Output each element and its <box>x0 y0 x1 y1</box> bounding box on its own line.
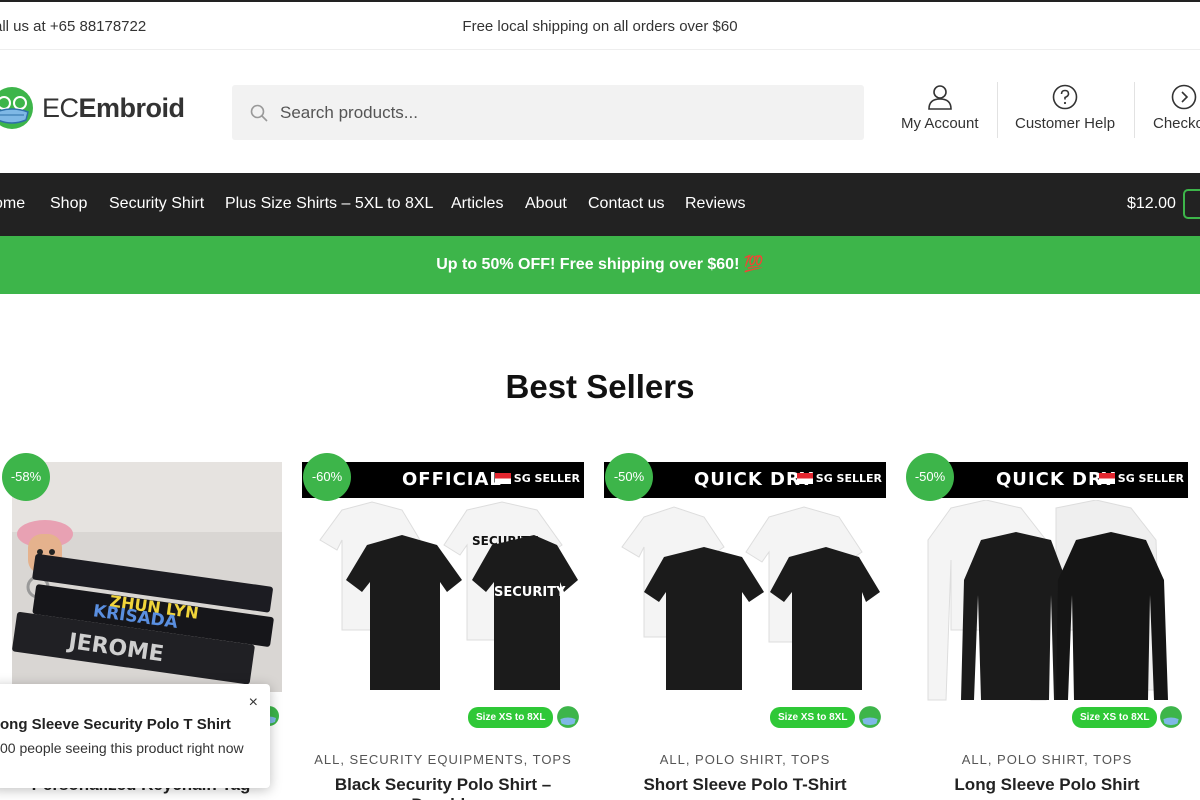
product-banner: QUICK DRY SG SELLER <box>918 462 1188 498</box>
size-pill: Size XS to 8XL <box>770 707 856 728</box>
discount-badge: -50% <box>906 453 954 501</box>
sg-seller-label: SG SELLER <box>494 472 580 485</box>
banner-text: OFFICIAL <box>402 469 502 490</box>
checkout-link[interactable]: Checko <box>1153 84 1200 132</box>
sg-flag-icon <box>1098 473 1115 484</box>
header-divider <box>997 82 998 138</box>
discount-badge: -60% <box>303 453 351 501</box>
nav-about[interactable]: About <box>525 195 567 213</box>
cart-total[interactable]: $12.00 <box>1127 195 1176 213</box>
size-pill: Size XS to 8XL <box>468 707 554 728</box>
help-icon <box>1052 84 1078 110</box>
product-categories[interactable]: ALL, POLO SHIRT, TOPS <box>604 752 886 767</box>
shipping-notice: Free local shipping on all orders over $… <box>462 18 738 35</box>
customer-help-link[interactable]: Customer Help <box>1015 84 1115 132</box>
user-icon <box>927 85 952 110</box>
search-box[interactable] <box>232 85 864 140</box>
close-icon[interactable]: × <box>249 694 258 712</box>
top-bar: all us at +65 88178722 Free local shippi… <box>0 0 1200 50</box>
header-divider <box>1134 82 1135 138</box>
shirt-photo <box>927 500 1168 701</box>
section-title: Best Sellers <box>505 368 695 405</box>
brand-mini-icon <box>557 706 579 728</box>
nav-home[interactable]: ome <box>0 195 25 213</box>
main-nav: ome Shop Security Shirt Plus Size Shirts… <box>0 173 1200 236</box>
product-name[interactable]: Short Sleeve Polo T-Shirt <box>604 775 886 795</box>
nav-articles[interactable]: Articles <box>451 195 503 213</box>
nav-shop[interactable]: Shop <box>50 195 87 213</box>
shirt-print-front: SECURITY <box>494 585 566 600</box>
keychain-photo: ZHUN LYN KRISADA JEROME <box>12 462 282 692</box>
nav-reviews[interactable]: Reviews <box>685 195 745 213</box>
product-image[interactable]: QUICK DRY SG SELLER Size XS to 8XL <box>604 462 886 742</box>
product-card[interactable]: QUICK DRY SG SELLER Size XS to 8XL ALL, … <box>604 462 886 800</box>
product-categories[interactable]: ALL, SECURITY EQUIPMENTS, TOPS <box>302 752 584 767</box>
discount-badge: -50% <box>605 453 653 501</box>
nav-contact[interactable]: Contact us <box>588 195 664 213</box>
chevron-right-icon <box>1171 84 1197 110</box>
cart-icon[interactable] <box>1183 188 1200 220</box>
size-pill: Size XS to 8XL <box>1072 707 1158 728</box>
product-name[interactable]: Long Sleeve Polo Shirt <box>906 775 1188 795</box>
checkout-label: Checko <box>1153 115 1200 132</box>
logo-text: ECEmbroid <box>42 92 185 123</box>
customer-help-label: Customer Help <box>1015 115 1116 132</box>
product-card[interactable]: QUICK DRY SG SELLER Size XS to 8XL ALL, … <box>906 462 1188 800</box>
search-icon <box>250 104 268 122</box>
product-name[interactable]: Black Security Polo Shirt – Durable <box>302 775 584 800</box>
sg-seller-label: SG SELLER <box>1098 472 1184 485</box>
popup-subtitle: 00 people seeing this product right now <box>0 740 244 756</box>
promo-banner[interactable]: Up to 50% OFF! Free shipping over $60! 💯 <box>0 236 1200 294</box>
discount-badge: -58% <box>2 453 50 501</box>
sg-flag-icon <box>796 473 813 484</box>
shirt-photo: SECURITY SECURITY <box>319 501 578 690</box>
product-card[interactable]: OFFICIAL SG SELLER SECURITY SECURITY Siz… <box>302 462 584 800</box>
brand-mini-icon <box>859 706 881 728</box>
brand-mini-icon <box>1160 706 1182 728</box>
site-logo[interactable]: ECEmbroid <box>0 86 185 130</box>
popup-title[interactable]: ong Sleeve Security Polo T Shirt <box>0 716 231 733</box>
product-image[interactable]: OFFICIAL SG SELLER SECURITY SECURITY Siz… <box>302 462 584 742</box>
my-account-link[interactable]: My Account <box>901 84 979 132</box>
my-account-label: My Account <box>901 115 979 132</box>
nav-plus-size[interactable]: Plus Size Shirts – 5XL to 8XL <box>225 195 433 213</box>
recent-view-popup[interactable]: ong Sleeve Security Polo T Shirt 00 peop… <box>0 684 270 788</box>
logo-mask-icon <box>0 87 33 129</box>
nav-security-shirt[interactable]: Security Shirt <box>109 195 204 213</box>
shirt-photo <box>621 506 880 690</box>
sg-flag-icon <box>494 473 511 484</box>
sg-seller-label: SG SELLER <box>796 472 882 485</box>
search-input[interactable] <box>280 102 840 123</box>
product-categories[interactable]: ALL, POLO SHIRT, TOPS <box>906 752 1188 767</box>
product-image[interactable]: QUICK DRY SG SELLER Size XS to 8XL <box>906 462 1188 742</box>
